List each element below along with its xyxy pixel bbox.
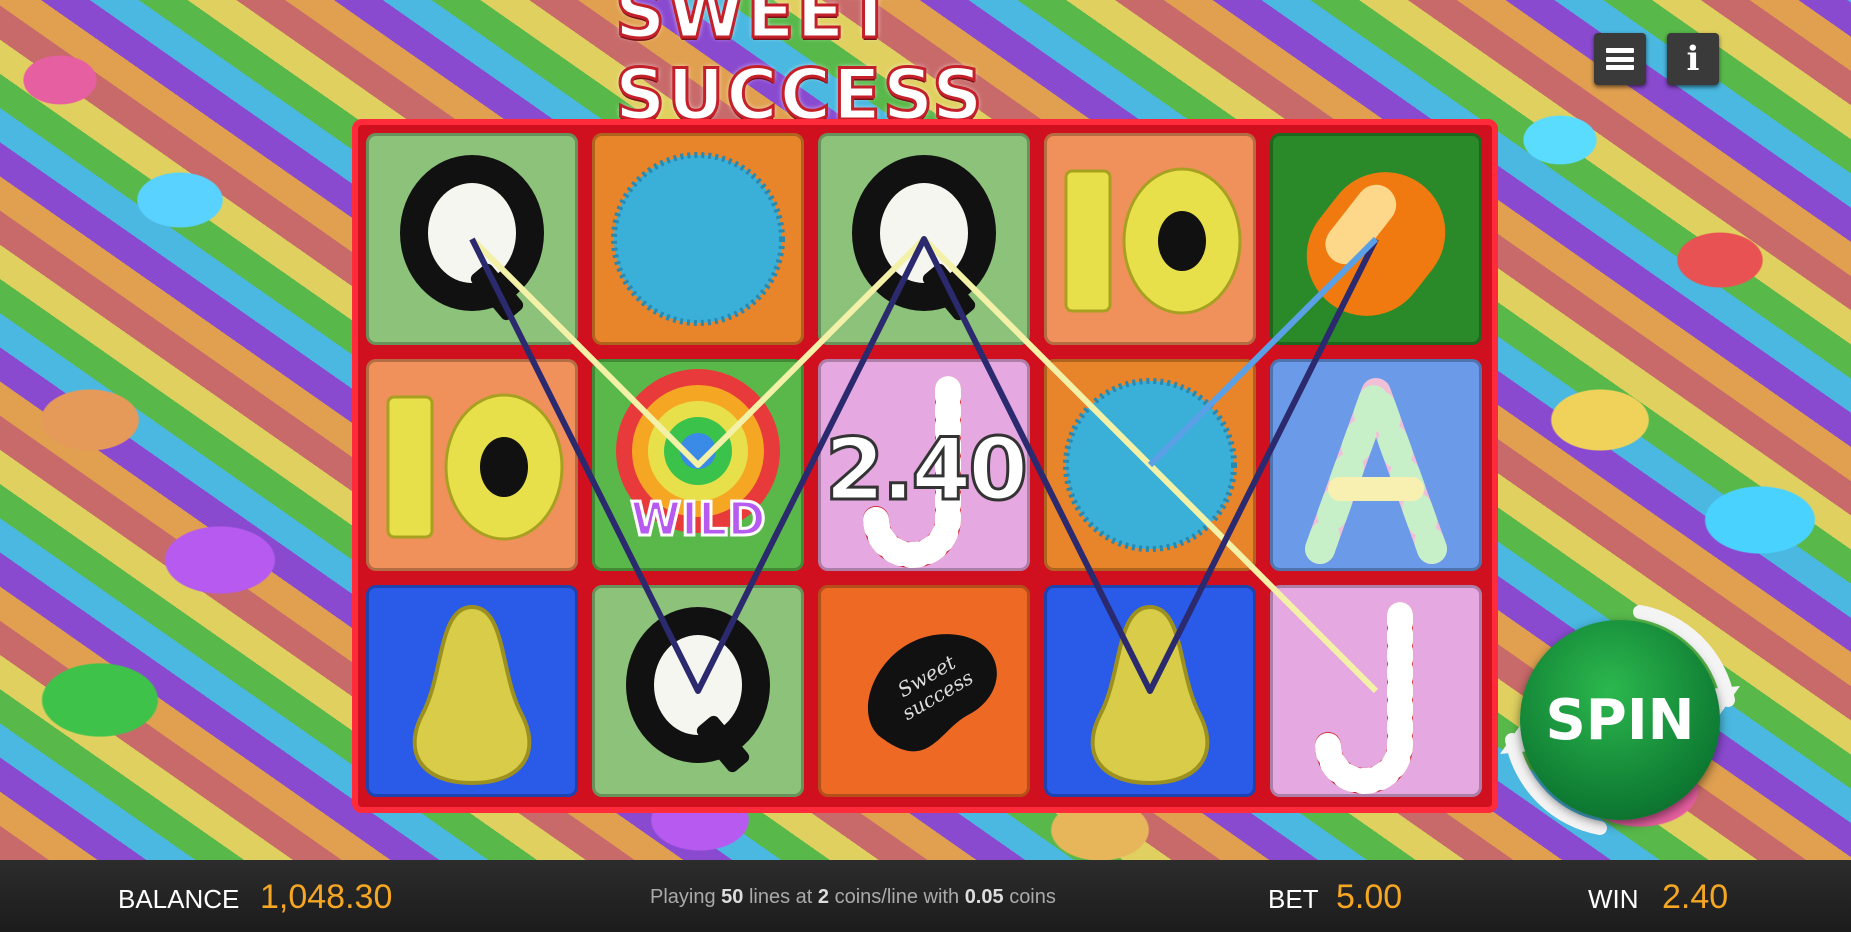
balance-label: BALANCE <box>118 884 240 914</box>
reel-cell-licorice-q <box>366 133 578 345</box>
lines-mid: lines at <box>748 886 813 908</box>
10-orange-symbol-icon <box>1064 167 1242 315</box>
reel-cell-pear-blue <box>366 585 578 797</box>
balance-value: 1,048.30 <box>260 878 393 916</box>
bet-label: BET <box>1268 884 1319 914</box>
bet-value[interactable]: 5.00 <box>1336 878 1402 917</box>
reel-cell-10-orange <box>1044 133 1256 345</box>
reel-cell-blue-gumdrop <box>1044 359 1256 571</box>
pear-blue-symbol-icon <box>412 604 532 786</box>
orange-candy-symbol-icon <box>1306 172 1446 316</box>
info-button[interactable]: i <box>1667 33 1719 85</box>
info-icon: i <box>1686 39 1700 79</box>
hamburger-menu-icon <box>1606 48 1634 70</box>
coins-mid: coins/line with <box>834 886 960 908</box>
reel-cell-blue-gumdrop <box>592 133 804 345</box>
reel-cell-pear-blue <box>1044 585 1256 797</box>
game-logo: SWEET SUCCESS <box>614 0 985 138</box>
pear-blue-symbol-icon <box>1090 604 1210 786</box>
coin-value: 0.05 <box>964 886 1004 908</box>
win-label: WIN <box>1588 884 1639 914</box>
reel-cell-wild-lollipop: WILD <box>592 359 804 571</box>
blue-gumdrop-symbol-icon <box>611 152 785 326</box>
jellybean-symbol-icon: Sweetsuccess <box>867 634 997 752</box>
lines-info: Playing 50 lines at 2 coins/line with 0.… <box>650 886 1056 909</box>
spin-button[interactable]: SPIN <box>1500 605 1740 835</box>
10-orange-symbol-icon <box>386 393 564 541</box>
spin-label: SPIN <box>1520 620 1720 820</box>
marshmallow-a-symbol-icon <box>1305 359 1447 564</box>
status-bar: BALANCE 1,048.30 Playing 50 lines at 2 c… <box>0 860 1851 932</box>
coins-suffix: coins <box>1009 886 1056 908</box>
candy-cane-j-symbol-icon <box>1315 602 1413 794</box>
wild-label: WILD <box>630 492 765 546</box>
reel-cell-10-orange <box>366 359 578 571</box>
reel-cell-licorice-q <box>818 133 1030 345</box>
win-amount-popup: 2.40 <box>823 419 1029 522</box>
licorice-q-symbol-icon <box>400 155 544 321</box>
licorice-q-symbol-icon <box>626 607 770 773</box>
reel-cell-candy-cane-j <box>1270 585 1482 797</box>
lines-count: 50 <box>721 886 744 908</box>
licorice-q-symbol-icon <box>852 155 996 321</box>
menu-button[interactable] <box>1594 33 1646 85</box>
reel-cell-jellybean: Sweet success <box>818 585 1030 797</box>
reel-cell-orange-candy <box>1270 133 1482 345</box>
lines-prefix: Playing <box>650 886 716 908</box>
reel-cell-marshmallow-a <box>1270 359 1482 571</box>
wild-lollipop-symbol-icon: WILD <box>616 369 780 548</box>
blue-gumdrop-symbol-icon <box>1063 378 1237 552</box>
reel-cell-licorice-q <box>592 585 804 797</box>
win-value: 2.40 <box>1662 878 1729 916</box>
coins-per-line: 2 <box>817 886 830 908</box>
